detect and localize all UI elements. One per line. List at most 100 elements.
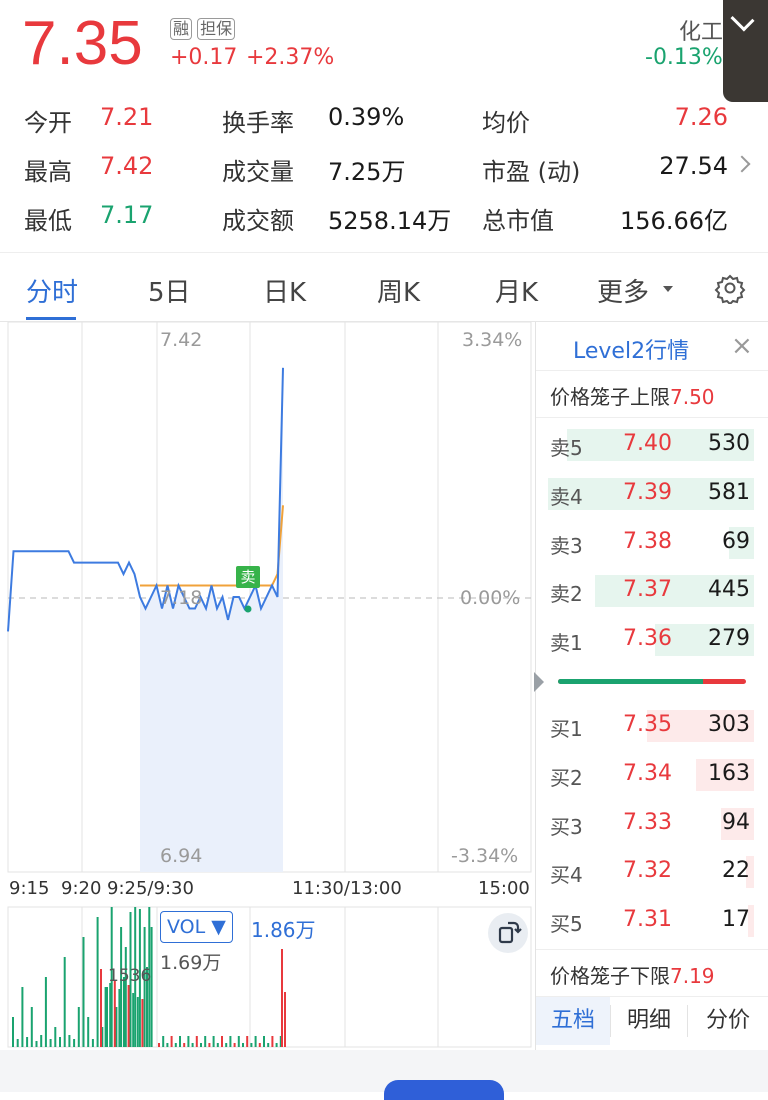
ask-row[interactable]: 卖2 7.37 445 — [548, 572, 754, 608]
tab-five-levels[interactable]: 五档 — [536, 997, 610, 1045]
ask-row[interactable]: 卖5 7.40 530 — [548, 426, 754, 462]
caret-down-icon — [663, 286, 673, 292]
tab-details[interactable]: 明细 — [611, 997, 687, 1045]
tab-more[interactable]: 更多 — [597, 272, 649, 309]
tab-intraday[interactable]: 分时 — [26, 272, 78, 309]
price-bottom-label: 6.94 — [160, 845, 203, 867]
avg-value: 7.26 — [674, 103, 728, 131]
ratio-bar-buy — [558, 679, 703, 684]
sector-name[interactable]: 化工 — [679, 14, 723, 46]
ask-row[interactable]: 卖4 7.39 581 — [548, 475, 754, 511]
vol-label: VOL — [167, 916, 206, 938]
bottom-bar — [0, 1050, 768, 1092]
price-change: +0.17 — [170, 45, 238, 70]
bid-row[interactable]: 买4 7.32 22 — [548, 853, 754, 889]
volume-bar — [30, 1007, 33, 1047]
pe-label[interactable]: 市盈 (动) — [482, 152, 580, 187]
time-label-0925: 9:25/9:30 — [107, 878, 194, 899]
volume-bar — [162, 1036, 165, 1047]
price-cage-upper-label: 价格笼子上限 — [550, 385, 670, 409]
open-value: 7.21 — [100, 103, 154, 131]
level-price: 7.32 — [623, 858, 672, 884]
open-label: 今开 — [24, 109, 72, 137]
volume-bar — [113, 981, 116, 1047]
divider — [536, 417, 768, 418]
tab-daily-k[interactable]: 日K — [263, 272, 306, 309]
volume-bar — [195, 1036, 198, 1047]
pe-value[interactable]: 27.54 — [659, 152, 728, 180]
series-price — [7, 367, 284, 632]
pct-top-label: 3.34% — [462, 329, 523, 351]
time-label-0915: 9:15 — [9, 878, 50, 899]
volume-bar — [250, 1043, 253, 1047]
close-icon[interactable]: × — [731, 331, 753, 361]
collateral-tag: 担保 — [197, 18, 236, 40]
volume-bar — [123, 977, 125, 1047]
volume-bar — [104, 987, 107, 1047]
level-name: 卖5 — [550, 436, 583, 460]
volume-bar — [82, 937, 85, 1047]
volume-bar — [44, 977, 47, 1047]
turnover-rate-value: 0.39% — [328, 103, 405, 131]
bid-row[interactable]: 买3 7.33 94 — [548, 805, 754, 841]
volume-bar — [54, 1027, 57, 1047]
volume-bar — [40, 1035, 43, 1047]
caret-down-icon: ▼ — [211, 916, 226, 938]
level-name: 卖4 — [550, 484, 583, 509]
level-price: 7.37 — [623, 577, 672, 603]
tab-monthly-k[interactable]: 月K — [495, 272, 538, 309]
volume-bar — [68, 1035, 71, 1047]
level-price: 7.36 — [623, 626, 672, 652]
rotate-screen-icon[interactable] — [488, 913, 528, 953]
volume-bar — [12, 1017, 14, 1047]
bottom-action-button[interactable] — [384, 1080, 504, 1100]
floating-overlay[interactable] — [723, 0, 768, 102]
settings-gear-icon[interactable] — [714, 272, 746, 308]
tab-weekly-k[interactable]: 周K — [377, 272, 420, 309]
bid-row[interactable]: 买2 7.34 163 — [548, 756, 754, 792]
price-change-pct: +2.37% — [246, 45, 335, 70]
level2-title[interactable]: Level2行情 — [573, 333, 689, 365]
level-price: 7.35 — [623, 712, 672, 737]
vol-ref-label: 1536 — [108, 966, 152, 986]
volume-bar — [281, 949, 283, 1047]
level-name: 卖2 — [550, 582, 583, 607]
level-name: 买5 — [550, 912, 583, 937]
volume-bar — [225, 1043, 228, 1047]
level-name: 买4 — [550, 863, 583, 888]
tab-5day[interactable]: 5日 — [148, 272, 191, 309]
volume-bar — [179, 1036, 181, 1047]
level-price: 7.31 — [623, 907, 672, 933]
volume-bar — [35, 1041, 38, 1047]
volume-bar — [87, 1017, 90, 1047]
sector-change: -0.13% — [645, 45, 723, 70]
volume-bar — [187, 1036, 190, 1047]
vol-indicator-select[interactable]: VOL ▼ — [160, 911, 233, 943]
ask-row[interactable]: 卖3 7.38 69 — [548, 524, 754, 560]
level2-tabs: 五档 明细 分价 — [536, 997, 768, 1045]
pct-bottom-label: -3.34% — [451, 845, 519, 867]
volume-bar — [59, 1037, 61, 1047]
low-label: 最低 — [24, 207, 72, 235]
volume-bar — [73, 1039, 76, 1047]
volume-bar — [26, 1037, 29, 1047]
divider — [536, 370, 768, 371]
level-name: 买2 — [550, 765, 583, 790]
high-label: 最高 — [24, 158, 72, 186]
volume-bar — [246, 1036, 249, 1047]
caret-right-icon[interactable] — [534, 672, 544, 692]
sell-marker[interactable]: 卖 — [236, 566, 260, 588]
price-area-fill — [140, 367, 283, 872]
bid-row[interactable]: 买1 7.35 303 — [548, 707, 754, 743]
level-volume: 163 — [708, 760, 750, 786]
bid-row[interactable]: 买5 7.31 17 — [548, 902, 754, 938]
volume-bar — [109, 983, 112, 1047]
volume-bar — [221, 1036, 223, 1047]
current-price: 7.35 — [22, 9, 143, 78]
volume-bar — [233, 1043, 236, 1047]
level-volume: 17 — [722, 907, 750, 933]
tab-price-distribution[interactable]: 分价 — [688, 997, 768, 1045]
ask-row[interactable]: 卖1 7.36 279 — [548, 621, 754, 657]
volume-bar — [208, 1043, 211, 1047]
chevron-right-icon[interactable] — [733, 155, 751, 173]
